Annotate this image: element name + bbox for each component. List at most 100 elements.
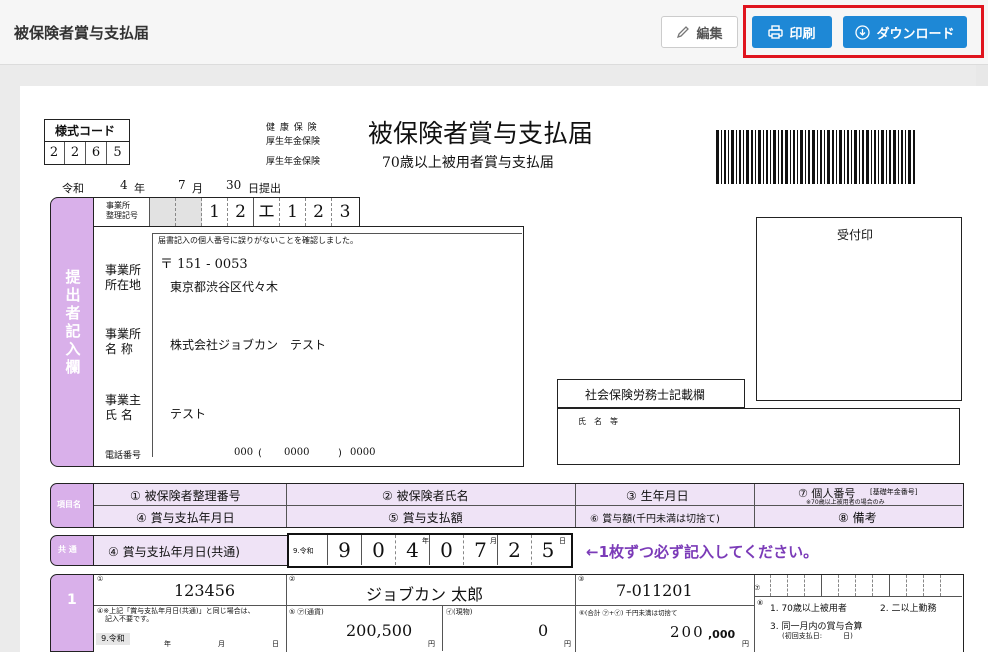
form-code-digit: 6 [86, 142, 107, 164]
item-8: ⑧ 備考 [838, 511, 877, 525]
item-3: ③ 生年月日 [626, 489, 689, 503]
form-sheet: 様式コード 2 2 6 5 健 康 保 険 厚生年金保険 厚生年金保険 被保険者… [20, 86, 988, 652]
pn-cell [822, 575, 839, 596]
insurance-label-pension-2: 厚生年金保険 [266, 157, 321, 167]
side-char: 入 [65, 340, 81, 358]
cash-label-text: (通貨) [304, 608, 324, 616]
item-7-note-1: [基礎年金番号] [870, 488, 918, 496]
form-code-digit: 5 [113, 145, 122, 160]
form-code-digits: 2 2 6 5 [44, 141, 130, 164]
tel-local: 0000 [284, 447, 310, 458]
office-name-label: 事業所名 称 [105, 327, 141, 357]
office-cell: 2 [228, 198, 254, 226]
row-number: 1 [67, 592, 77, 608]
item-7-note-2: ※70歳以上被用者の場合のみ [806, 499, 885, 506]
tel-paren-close: ) [338, 448, 342, 459]
tel-paren-open: ( [258, 448, 262, 459]
common-title-cell: ④ 賞与支払年月日(共通) [94, 535, 288, 566]
pencil-icon [677, 26, 690, 39]
row-band: 1 [50, 574, 94, 652]
side-char: 者 [65, 304, 81, 322]
date-month: 7 [178, 178, 186, 192]
office-cell: 1 [202, 198, 228, 226]
printer-icon [768, 25, 784, 39]
sharoushi-header: 社会保険労務士記載欄 [557, 379, 745, 408]
side-char: 提 [65, 268, 81, 286]
form-code-label: 様式コード [55, 124, 116, 138]
pn-cell [771, 575, 788, 596]
owner-name: テスト [170, 407, 207, 421]
pn-cell [941, 575, 958, 596]
items-col-divider [754, 484, 755, 527]
sharoushi-name-label: 氏 名 等 [578, 417, 618, 426]
office-name: 株式会社ジョブカン テスト [170, 338, 327, 352]
date-year: 4 [120, 178, 128, 192]
pn-cell [856, 575, 873, 596]
items-col-divider [286, 484, 287, 527]
office-name-label-2: 名 称 [105, 342, 133, 356]
pn-cell [924, 575, 941, 596]
edit-button[interactable]: 編集 [661, 16, 738, 48]
field-4-note-1: ④※上記「賞与支払年月日(共通)」と同じ場合は、 [97, 607, 255, 615]
sharoushi-label: 社会保険労務士記載欄 [585, 388, 706, 402]
office-number-row: 事業所 整理記号 1 2 エ 1 2 3 [94, 197, 360, 227]
postal-code: 〒 151 - 0053 [160, 257, 248, 272]
employee-row: ① 123456 ② ジョブカン 太郎 ③ 7-011201 ⑦ ⑧ 1. 70… [94, 574, 964, 652]
biko-option-2: 2. 二以上勤務 [880, 604, 937, 614]
instruction-text: ←1枚ずつ必ず記入してください。 [586, 543, 819, 561]
common-band-label: 共 通 [58, 545, 77, 554]
common-date-cells: 9.令和 9 0 4 0 7 2 5 年 月 日 [287, 533, 573, 568]
receipt-stamp-box: 受付印 [756, 217, 962, 401]
pn-cell [873, 575, 890, 596]
goods-yen: 円 [564, 640, 571, 648]
common-era: 9.令和 [293, 547, 314, 555]
biko-option-3-note: (初回支払日: 日) [782, 632, 853, 640]
insurance-label-pension: 厚生年金保険 [266, 137, 321, 147]
common-digit: 2 [497, 535, 531, 565]
pn-cell [839, 575, 856, 596]
office-number-label: 事業所 整理記号 [106, 201, 138, 221]
print-button[interactable]: 印刷 [752, 16, 832, 48]
employee-name: ジョブカン 太郎 [366, 585, 484, 604]
download-button[interactable]: ダウンロード [843, 16, 967, 48]
unit-year: 年 [164, 640, 171, 648]
items-band-label: 項目名 [57, 500, 81, 509]
office-number-cells: 1 2 エ 1 2 3 [149, 198, 359, 226]
field-2-no: ② [289, 575, 296, 583]
top-bar: 被保険者賞与支払届 編集 印刷 ダウンロード [0, 0, 988, 65]
field-4-note-2: 記入不要です。 [105, 615, 154, 623]
item-1: ① 被保険者整理番号 [130, 489, 241, 503]
common-unit-day: 日 [559, 537, 566, 545]
employee-number: 123456 [174, 581, 236, 600]
address-label-1: 事業所 [105, 263, 142, 277]
goods-label-text: (現物) [453, 608, 473, 616]
biko-option-1: 1. 70歳以上被用者 [770, 604, 847, 614]
receipt-label: 受付印 [837, 228, 874, 242]
birth-date: 7-011201 [616, 581, 693, 600]
owner-label-1: 事業主 [105, 393, 142, 407]
office-cell: 3 [339, 202, 351, 222]
common-digit: 0 [429, 535, 463, 565]
download-circle-icon [855, 24, 871, 40]
pn-cell: ⑦ [754, 575, 771, 596]
goods-label: ㋑(現物) [446, 608, 473, 616]
tel-label: 電話番号 [105, 451, 142, 461]
owner-label-2: 氏 名 [105, 408, 133, 422]
form-code-digit: 2 [44, 142, 65, 164]
date-era: 令和 [62, 182, 84, 195]
items-header: ① 被保険者整理番号 ② 被保険者氏名 ③ 生年月日 ⑦ 個人番号 [基礎年金番… [94, 483, 964, 528]
form-code-box: 様式コード 2 2 6 5 [44, 119, 130, 165]
cash-amount: 200,500 [346, 621, 413, 640]
confirm-note: 届書記入の個人番号に誤りがないことを確認しました。 [158, 236, 358, 245]
address-label-2: 所在地 [105, 278, 142, 292]
items-band: 項目名 [50, 483, 94, 528]
personal-number-cells: ⑦ [754, 575, 962, 597]
item-5: ⑤ 賞与支払額 [388, 511, 463, 525]
row-col-divider [575, 575, 576, 652]
download-button-label: ダウンロード [876, 26, 955, 42]
office-name-label-1: 事業所 [105, 327, 142, 341]
common-unit-month: 月 [490, 537, 497, 545]
field-8-no: ⑧ [757, 599, 764, 607]
common-digit: 9 [327, 535, 361, 565]
common-title: ④ 賞与支払年月日(共通) [108, 545, 240, 559]
